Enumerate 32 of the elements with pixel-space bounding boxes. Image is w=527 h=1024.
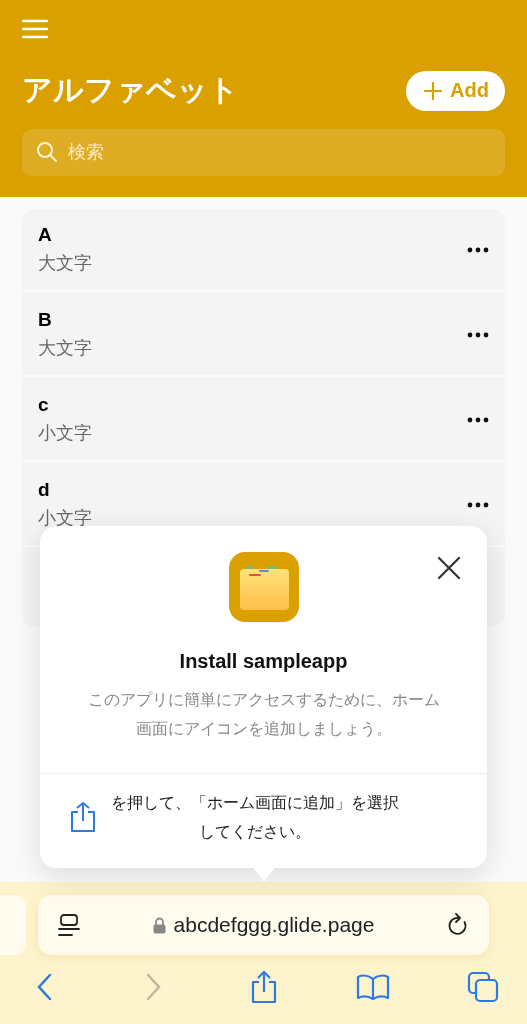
popup-instruction: を押して、「ホーム画面に追加」を選択してください。	[110, 793, 400, 842]
book-icon	[356, 973, 391, 1001]
plus-icon	[424, 81, 443, 100]
forward-icon	[145, 973, 162, 1001]
reload-icon[interactable]	[447, 913, 469, 937]
toolbar-button[interactable]	[465, 969, 501, 1005]
page-title: アルファベット	[22, 72, 239, 108]
item-subtitle: 大文字	[38, 252, 93, 275]
more-icon[interactable]	[467, 331, 489, 338]
reader-icon[interactable]	[58, 913, 80, 937]
item-subtitle: 小文字	[38, 422, 93, 445]
item-subtitle: 大文字	[38, 337, 93, 360]
more-icon[interactable]	[467, 416, 489, 423]
back-icon	[36, 973, 52, 1001]
share-icon	[249, 970, 278, 1004]
more-icon[interactable]	[467, 246, 489, 253]
popup-message: このアプリに簡単にアクセスするために、ホーム画面にアイコンを追加しましょう。	[87, 690, 440, 739]
tabs-icon	[467, 971, 499, 1003]
item-subtitle: 小文字	[38, 507, 93, 530]
item-title: A	[38, 224, 53, 246]
close-button[interactable]	[437, 556, 461, 580]
address-bar[interactable]: abcdefggg.glide.page	[38, 895, 489, 955]
item-title: d	[38, 479, 51, 501]
item-title: B	[38, 309, 53, 331]
search-icon	[36, 141, 58, 163]
share-icon	[70, 801, 96, 833]
folder-app-icon	[228, 552, 299, 622]
item-title: c	[38, 394, 50, 416]
lock-icon	[152, 916, 166, 934]
url-text: abcdefggg.glide.page	[173, 913, 375, 937]
popup-title: Install sampleapp	[179, 650, 348, 673]
more-icon[interactable]	[467, 501, 489, 508]
